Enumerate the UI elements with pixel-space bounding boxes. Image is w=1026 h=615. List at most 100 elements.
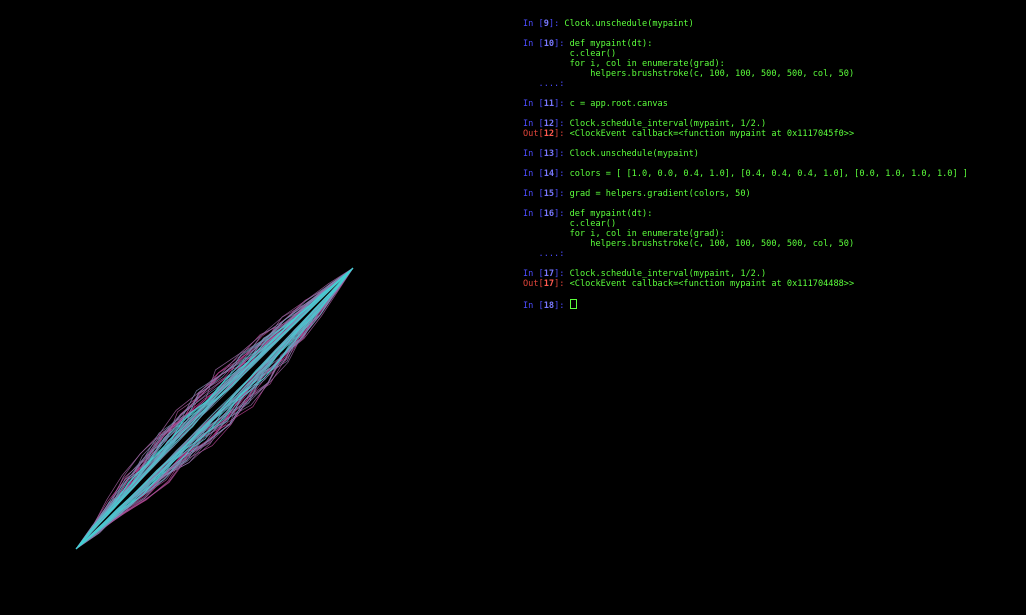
code-text: Clock.schedule_interval(mypaint, 1/2.) — [569, 269, 767, 279]
in-prompt-end: ]: — [554, 301, 570, 311]
code-line: In [17]: Clock.schedule_interval(mypaint… — [523, 269, 1018, 279]
brush-stroke — [75, 267, 354, 550]
brush-stroke — [75, 267, 354, 550]
brush-stroke — [75, 267, 354, 550]
in-prompt: In [14]: — [523, 169, 570, 179]
in-prompt-number: 18 — [543, 301, 555, 311]
code-text: c.clear() — [548, 49, 617, 59]
brush-stroke — [75, 267, 354, 550]
in-prompt-number: 11 — [543, 99, 555, 109]
in-prompt-number: 13 — [543, 149, 555, 159]
in-prompt-number: 17 — [543, 269, 555, 279]
continuation-prompt: ....: — [523, 79, 570, 89]
brush-stroke — [75, 267, 354, 550]
code-line: In [13]: Clock.unschedule(mypaint) — [523, 149, 1018, 159]
current-input-line[interactable]: In [18]: — [523, 299, 1018, 311]
in-prompt-label: In [ — [523, 19, 544, 29]
code-text: Clock.unschedule(mypaint) — [569, 149, 699, 159]
code-line: In [16]: def mypaint(dt): — [523, 209, 1018, 219]
console-cell: In [10]: def mypaint(dt): c.clear() for … — [523, 39, 1018, 89]
code-line: helpers.brushstroke(c, 100, 100, 500, 50… — [523, 239, 1018, 249]
code-text: colors = [ [1.0, 0.0, 0.4, 1.0], [0.4, 0… — [569, 169, 968, 179]
brush-stroke — [75, 267, 354, 550]
brush-stroke — [75, 267, 354, 550]
in-prompt-end: ]: — [554, 119, 570, 129]
brush-stroke — [75, 267, 354, 550]
in-prompt-end: ]: — [554, 269, 570, 279]
in-prompt: In [17]: — [523, 269, 570, 279]
continuation-line: ....: — [523, 79, 1018, 89]
out-prompt: Out[17]: — [523, 279, 570, 289]
code-line: c.clear() — [523, 49, 1018, 59]
in-prompt-label: In [ — [523, 301, 544, 311]
app-window: In [9]: Clock.unschedule(mypaint) In [10]… — [0, 0, 1026, 615]
brush-stroke — [75, 267, 354, 550]
console-cell: In [14]: colors = [ [1.0, 0.0, 0.4, 1.0]… — [523, 169, 1018, 179]
out-prompt-number: 17 — [543, 279, 555, 289]
in-prompt-number: 10 — [543, 39, 555, 49]
brush-stroke — [75, 267, 354, 550]
brush-stroke — [75, 267, 354, 550]
brush-stroke — [75, 267, 354, 550]
in-prompt-label: In [ — [523, 149, 544, 159]
brush-stroke — [75, 267, 354, 550]
brush-stroke — [75, 267, 354, 550]
brush-stroke — [75, 267, 354, 550]
code-line: c.clear() — [523, 219, 1018, 229]
in-prompt-number: 16 — [543, 209, 555, 219]
continuation-prompt: ....: — [523, 249, 570, 259]
text-cursor[interactable] — [569, 299, 577, 309]
brush-stroke — [75, 267, 354, 550]
code-text: Clock.unschedule(mypaint) — [564, 19, 694, 29]
brush-stroke — [75, 267, 354, 550]
output-line: Out[17]: <ClockEvent callback=<function … — [523, 279, 1018, 289]
in-prompt-end: ]: — [554, 39, 570, 49]
brush-stroke — [75, 267, 354, 550]
brush-stroke — [75, 267, 354, 550]
brush-stroke — [75, 267, 354, 550]
code-line: In [10]: def mypaint(dt): — [523, 39, 1018, 49]
code-text: def mypaint(dt): — [569, 209, 653, 219]
in-prompt-label: In [ — [523, 269, 544, 279]
in-prompt: In [11]: — [523, 99, 570, 109]
brush-stroke — [75, 267, 354, 550]
code-line: In [15]: grad = helpers.gradient(colors,… — [523, 189, 1018, 199]
code-line: helpers.brushstroke(c, 100, 100, 500, 50… — [523, 69, 1018, 79]
brush-stroke — [75, 267, 354, 550]
code-line: In [11]: c = app.root.canvas — [523, 99, 1018, 109]
brush-stroke — [75, 267, 354, 550]
output-line: Out[12]: <ClockEvent callback=<function … — [523, 129, 1018, 139]
brush-stroke — [75, 267, 354, 550]
brush-stroke — [75, 267, 354, 550]
in-prompt: In [15]: — [523, 189, 570, 199]
in-prompt: In [12]: — [523, 119, 570, 129]
brush-stroke — [75, 267, 354, 550]
code-text: for i, col in enumerate(grad): — [548, 59, 725, 69]
brush-stroke — [75, 267, 354, 550]
brush-stroke — [75, 267, 354, 550]
brush-stroke — [75, 267, 354, 550]
brush-stroke — [75, 267, 354, 550]
in-prompt: In [13]: — [523, 149, 570, 159]
out-prompt-number: 12 — [543, 129, 555, 139]
in-prompt-number: 14 — [543, 169, 555, 179]
in-prompt-label: In [ — [523, 99, 544, 109]
console-cell: In [15]: grad = helpers.gradient(colors,… — [523, 189, 1018, 199]
brush-stroke — [75, 267, 354, 550]
in-prompt-number: 15 — [543, 189, 555, 199]
in-prompt: In [18]: — [523, 301, 570, 311]
brush-stroke — [75, 267, 354, 550]
brush-stroke — [75, 267, 354, 550]
output-text: <ClockEvent callback=<function mypaint a… — [569, 129, 855, 139]
brush-stroke — [75, 267, 354, 550]
brush-stroke — [75, 267, 354, 550]
console-cell: In [11]: c = app.root.canvas — [523, 99, 1018, 109]
ipython-console[interactable]: In [9]: Clock.unschedule(mypaint) In [10]… — [523, 19, 1018, 311]
in-prompt: In [10]: — [523, 39, 570, 49]
brush-stroke — [75, 267, 354, 550]
code-text: for i, col in enumerate(grad): — [548, 229, 725, 239]
